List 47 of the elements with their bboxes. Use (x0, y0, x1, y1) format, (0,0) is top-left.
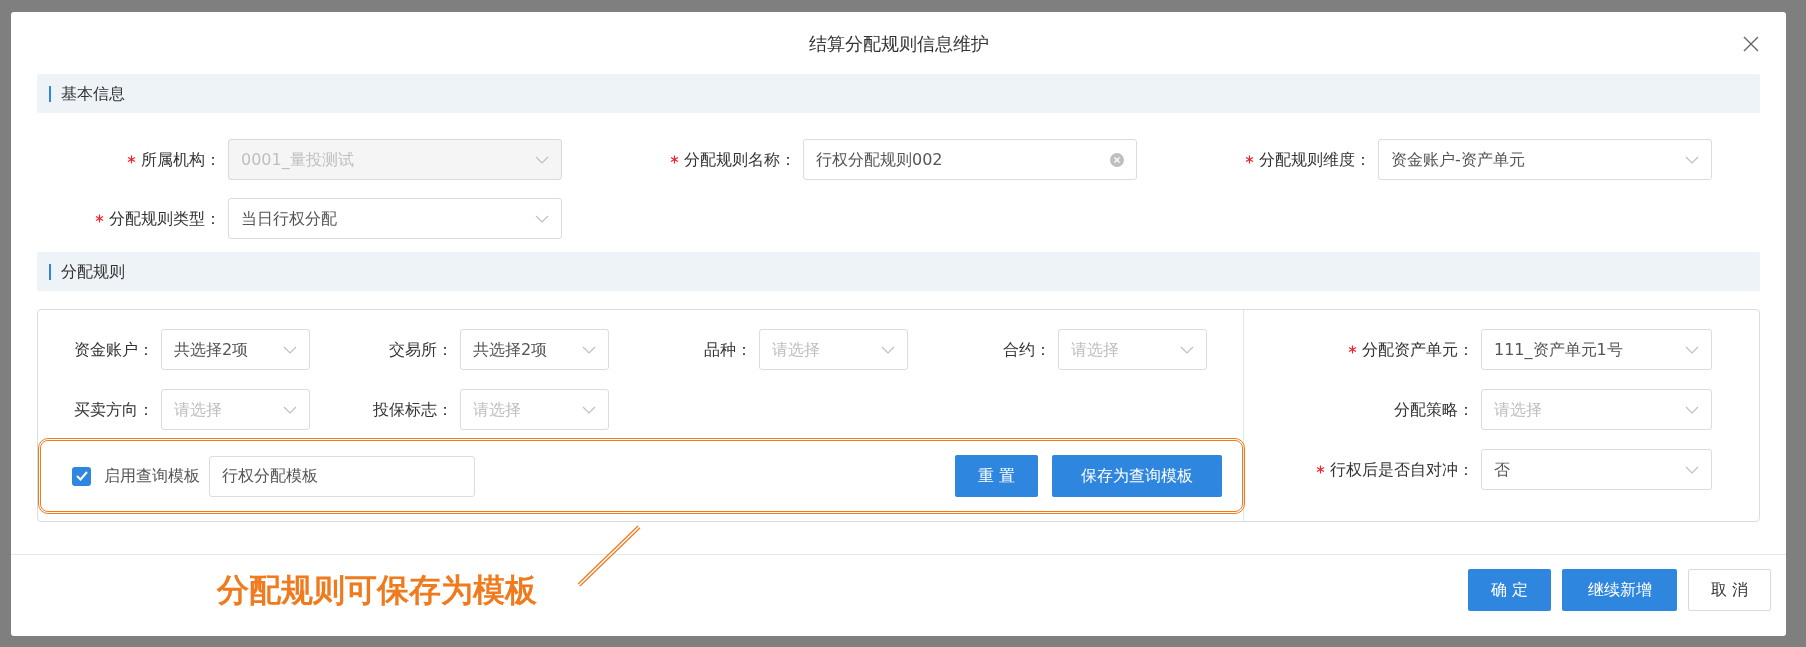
checkbox-label: 启用查询模板 (104, 465, 200, 487)
field-label: 合约： (1003, 338, 1051, 361)
select-field[interactable]: 111_资产单元1号 (1481, 329, 1712, 370)
field-label: 所属机构： (141, 148, 221, 171)
field-label: 分配规则维度： (1259, 148, 1371, 171)
chevron-down-icon (535, 155, 549, 164)
field-label: 品种： (704, 338, 752, 361)
field-label: 投保标志： (373, 398, 453, 421)
chevron-down-icon (1685, 345, 1699, 354)
chevron-down-icon (1180, 345, 1194, 354)
footer-button[interactable]: 取 消 (1688, 569, 1771, 611)
field-label: 分配资产单元： (1362, 338, 1474, 361)
field-label: 分配规则类型： (109, 207, 221, 230)
field-label: 分配策略： (1394, 398, 1474, 421)
chevron-down-icon (1685, 155, 1699, 164)
footer-button[interactable]: 确 定 (1468, 569, 1551, 611)
field-label: 买卖方向： (74, 398, 154, 421)
select-field[interactable]: 资金账户-资产单元 (1378, 139, 1712, 180)
text-input[interactable]: 行权分配规则002 (803, 139, 1137, 180)
field-label: 资金账户： (74, 338, 154, 361)
select-field[interactable]: 共选择2项 (161, 329, 310, 370)
dialog-title: 结算分配规则信息维护 (808, 31, 989, 56)
leader-line (576, 525, 642, 589)
footer-button[interactable]: 继续新增 (1562, 569, 1677, 611)
action-button[interactable]: 重 置 (955, 455, 1038, 497)
chevron-down-icon (283, 345, 297, 354)
section-header: 分配规则 (37, 252, 1760, 291)
chevron-down-icon (535, 214, 549, 223)
text-input[interactable]: 行权分配模板 (209, 455, 475, 497)
check-icon (75, 471, 88, 481)
field-label: 分配规则名称： (684, 148, 796, 171)
annotation-text: 分配规则可保存为模板 (217, 570, 537, 611)
select-field[interactable]: 共选择2项 (460, 329, 609, 370)
select-field[interactable]: 当日行权分配 (228, 198, 562, 239)
section-header: 基本信息 (37, 74, 1760, 113)
chevron-down-icon (582, 405, 596, 414)
checkbox[interactable] (72, 466, 91, 486)
close-icon[interactable] (1743, 36, 1759, 52)
chevron-down-icon (582, 345, 596, 354)
action-button[interactable]: 保存为查询模板 (1052, 455, 1222, 497)
select-field[interactable]: 否 (1481, 449, 1712, 490)
field-label: 交易所： (389, 338, 453, 361)
chevron-down-icon (1685, 465, 1699, 474)
chevron-down-icon (1685, 405, 1699, 414)
field-label: 行权后是否自对冲： (1330, 458, 1474, 481)
chevron-down-icon (881, 345, 895, 354)
chevron-down-icon (283, 405, 297, 414)
